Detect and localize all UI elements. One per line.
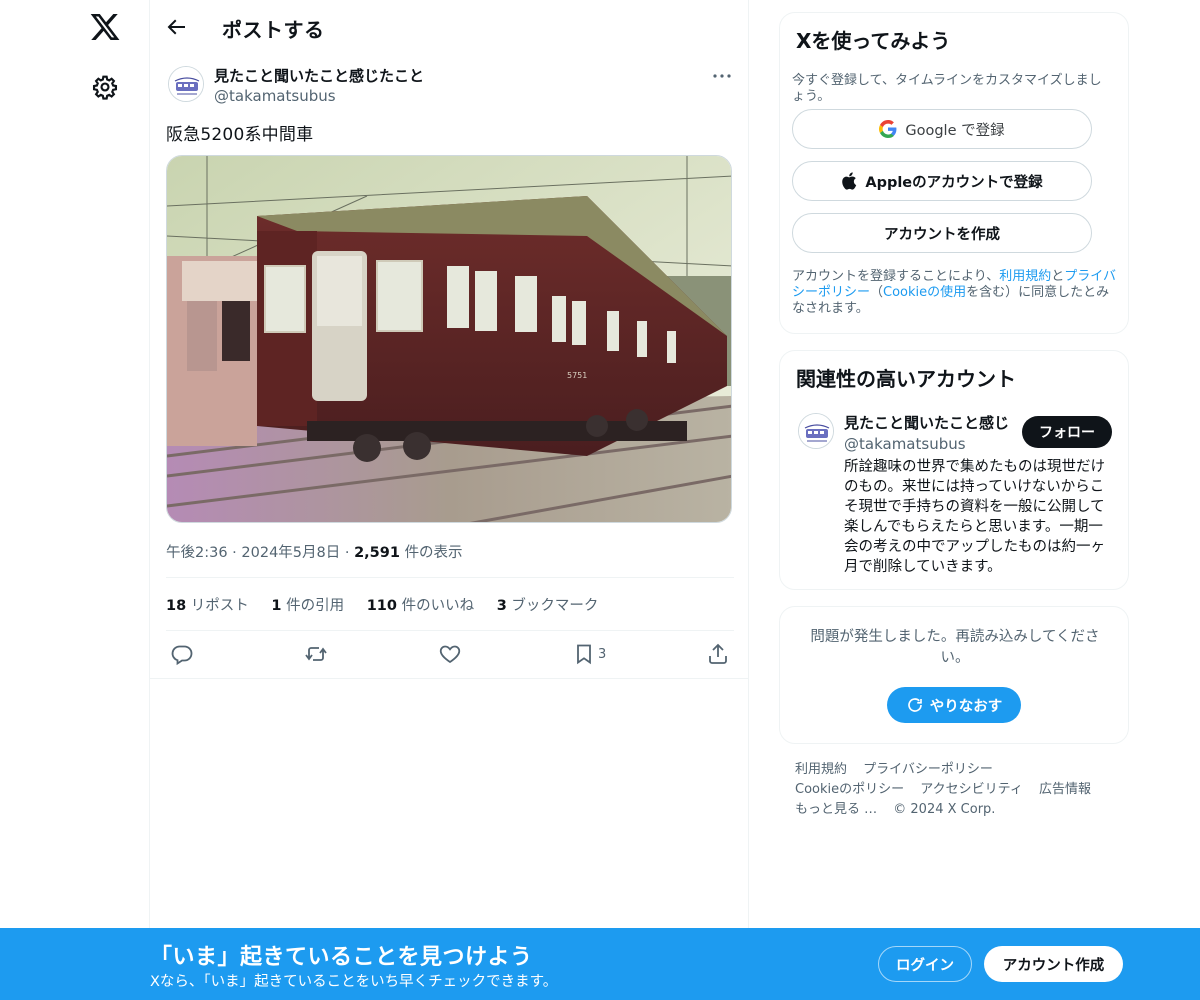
banner-subtitle: Xなら、「いま」起きていることをいち早くチェックできます。 bbox=[150, 974, 558, 990]
share-icon[interactable] bbox=[706, 642, 730, 666]
footer-ads-link[interactable]: 広告情報 bbox=[1039, 782, 1091, 797]
likes-stat[interactable]: 110 件のいいね bbox=[367, 598, 474, 614]
related-account-bio: 所詮趣味の世界で集めたものは現世だけのもの。来世には持っていけないからこそ現世で… bbox=[844, 459, 1105, 575]
apple-signup-button[interactable]: Appleのアカウントで登録 bbox=[792, 161, 1092, 201]
tweet-meta: 午後2:36 · 2024年5月8日 · 2,591 件の表示 bbox=[166, 541, 463, 562]
reply-icon[interactable] bbox=[170, 642, 194, 666]
tweet-author: 見たこと聞いたこと感じたこと @takamatsubus bbox=[166, 64, 734, 108]
author-handle[interactable]: @takamatsubus bbox=[214, 87, 336, 105]
page-header: ポストする bbox=[150, 0, 749, 54]
google-signup-label: Google で登録 bbox=[905, 122, 1005, 139]
error-message: 問題が発生しました。再読み込みしてください。 bbox=[810, 629, 1100, 666]
quotes-stat[interactable]: 1 件の引用 bbox=[271, 598, 344, 614]
related-title: 関連性の高いアカウント bbox=[796, 367, 1016, 391]
footer-privacy-link[interactable]: プライバシーポリシー bbox=[863, 762, 993, 777]
follow-button[interactable]: フォロー bbox=[1022, 416, 1112, 448]
likes-count: 110 bbox=[366, 598, 397, 614]
signup-title: Xを使ってみよう bbox=[796, 29, 951, 53]
footer-cookie-link[interactable]: Cookieのポリシー bbox=[795, 782, 904, 797]
bookmarks-label: ブックマーク bbox=[511, 598, 599, 614]
footer-more-link[interactable]: もっと見る … bbox=[795, 802, 877, 817]
create-account-button[interactable]: アカウントを作成 bbox=[792, 213, 1092, 253]
related-account-handle[interactable]: @takamatsubus bbox=[844, 435, 966, 453]
more-options-icon[interactable] bbox=[710, 64, 734, 88]
footer-accessibility-link[interactable]: アクセシビリティ bbox=[920, 782, 1023, 797]
views-count: 2,591 bbox=[354, 545, 400, 561]
terms-link[interactable]: 利用規約 bbox=[999, 269, 1051, 284]
footer-terms-link[interactable]: 利用規約 bbox=[795, 762, 847, 777]
repost-icon[interactable] bbox=[304, 642, 328, 666]
tweet-date[interactable]: 2024年5月8日 bbox=[241, 545, 340, 561]
tweet-photo[interactable]: 5751 bbox=[166, 155, 732, 523]
apple-icon bbox=[842, 172, 857, 190]
banner-title: 「いま」起きていることを見つけよう bbox=[150, 945, 533, 970]
divider bbox=[166, 577, 734, 578]
divider bbox=[166, 630, 734, 631]
reposts-count: 18 bbox=[166, 598, 187, 614]
google-signup-button[interactable]: Google で登録 bbox=[792, 109, 1092, 149]
meta-separator: · bbox=[232, 545, 242, 561]
tweet-time[interactable]: 午後2:36 bbox=[166, 545, 228, 561]
x-logo-icon[interactable] bbox=[89, 11, 121, 43]
main-column: ポストする 見たこと聞いたこと感じたこと @takamatsubus 阪急520… bbox=[150, 0, 749, 1000]
left-nav bbox=[0, 0, 150, 1000]
retry-button[interactable]: やりなおす bbox=[887, 687, 1021, 723]
like-icon[interactable] bbox=[438, 642, 462, 666]
create-account-label: アカウントを作成 bbox=[884, 226, 1000, 243]
tweet-actions: 3 bbox=[166, 642, 734, 668]
bookmark-action-count: 3 bbox=[598, 647, 607, 662]
sidebar-footer: 利用規約 プライバシーポリシー Cookieのポリシー アクセシビリティ 広告情… bbox=[795, 760, 1125, 820]
meta-separator: · bbox=[344, 545, 355, 561]
login-button[interactable]: ログイン bbox=[878, 946, 972, 982]
car-number: 5751 bbox=[567, 371, 587, 380]
legal-paren: （ bbox=[870, 285, 884, 300]
related-account-name[interactable]: 見たこと聞いたこと感じ bbox=[844, 412, 1014, 433]
views-label: 件の表示 bbox=[404, 545, 463, 561]
bookmark-icon[interactable] bbox=[572, 642, 596, 666]
reposts-label: リポスト bbox=[190, 598, 249, 614]
page-title: ポストする bbox=[222, 18, 325, 42]
reposts-stat[interactable]: 18 リポスト bbox=[166, 598, 249, 614]
gear-icon[interactable] bbox=[92, 74, 118, 100]
signup-card: Xを使ってみよう 今すぐ登録して、タイムラインをカスタマイズしましょう。 Goo… bbox=[779, 12, 1129, 334]
related-accounts-card: 関連性の高いアカウント 見たこと聞いたこと感じ @takamatsubus フォ… bbox=[779, 350, 1129, 590]
signup-button[interactable]: アカウント作成 bbox=[984, 946, 1123, 982]
tweet-text: 阪急5200系中間車 bbox=[166, 125, 314, 145]
divider bbox=[150, 678, 749, 679]
bookmarks-stat[interactable]: 3 ブックマーク bbox=[497, 598, 599, 614]
avatar[interactable] bbox=[798, 413, 834, 449]
apple-signup-label: Appleのアカウントで登録 bbox=[865, 174, 1043, 191]
legal-text: アカウントを登録することにより、利用規約とプライバシーポリシー（Cookieの使… bbox=[792, 269, 1122, 317]
signup-subtitle: 今すぐ登録して、タイムラインをカスタマイズしましょう。 bbox=[792, 73, 1102, 104]
quotes-label: 件の引用 bbox=[286, 598, 345, 614]
copyright: © 2024 X Corp. bbox=[893, 802, 996, 817]
bookmarks-count: 3 bbox=[496, 598, 507, 614]
bottom-signup-banner: 「いま」起きていることを見つけよう Xなら、「いま」起きていることをいち早くチェ… bbox=[0, 928, 1200, 1000]
quotes-count: 1 bbox=[271, 598, 282, 614]
author-name[interactable]: 見たこと聞いたこと感じたこと bbox=[214, 65, 424, 86]
cookie-link[interactable]: Cookieの使用 bbox=[883, 285, 966, 300]
tweet-stats: 18 リポスト 1 件の引用 110 件のいいね 3 ブックマーク bbox=[166, 594, 616, 615]
error-card: 問題が発生しました。再読み込みしてください。 やりなおす bbox=[779, 606, 1129, 744]
likes-label: 件のいいね bbox=[401, 598, 475, 614]
retry-label: やりなおす bbox=[929, 698, 1003, 715]
legal-and: と bbox=[1051, 269, 1065, 284]
avatar[interactable] bbox=[168, 66, 204, 102]
back-arrow-icon[interactable] bbox=[164, 15, 188, 39]
legal-prefix: アカウントを登録することにより、 bbox=[792, 269, 1000, 284]
refresh-icon bbox=[907, 698, 922, 712]
google-icon bbox=[879, 120, 897, 138]
